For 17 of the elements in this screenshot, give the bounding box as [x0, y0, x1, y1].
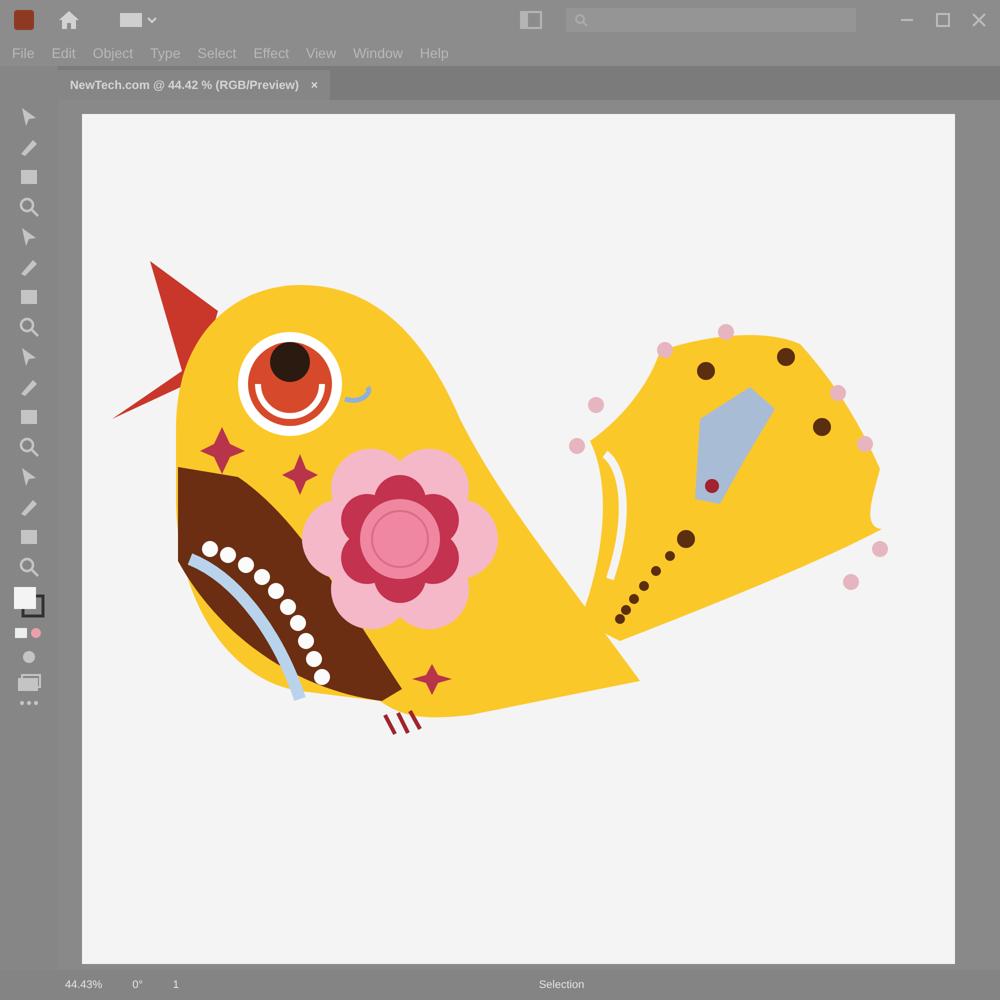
- search-icon[interactable]: [18, 556, 40, 578]
- more-tools-icon[interactable]: [19, 700, 39, 706]
- panel-icon[interactable]: [520, 11, 542, 29]
- close-icon[interactable]: [972, 13, 986, 27]
- artboard-number[interactable]: 1: [172, 979, 179, 991]
- search-field[interactable]: [566, 8, 856, 32]
- workspace-icon[interactable]: [120, 13, 158, 27]
- color-mode-icon[interactable]: [15, 626, 43, 640]
- current-tool-label: Selection: [538, 979, 584, 991]
- home-icon[interactable]: [58, 10, 80, 30]
- fill-stroke-swatch-icon[interactable]: [13, 586, 45, 618]
- rotation-value[interactable]: 0°: [132, 979, 143, 991]
- app-logo-icon[interactable]: [14, 10, 34, 30]
- document-tab[interactable]: NewTech.com @ 44.42 % (RGB/Preview) ×: [58, 70, 330, 100]
- screen-mode-icon[interactable]: [17, 674, 41, 692]
- zoom-level[interactable]: 44.43%: [65, 979, 102, 991]
- maximize-icon[interactable]: [936, 13, 950, 27]
